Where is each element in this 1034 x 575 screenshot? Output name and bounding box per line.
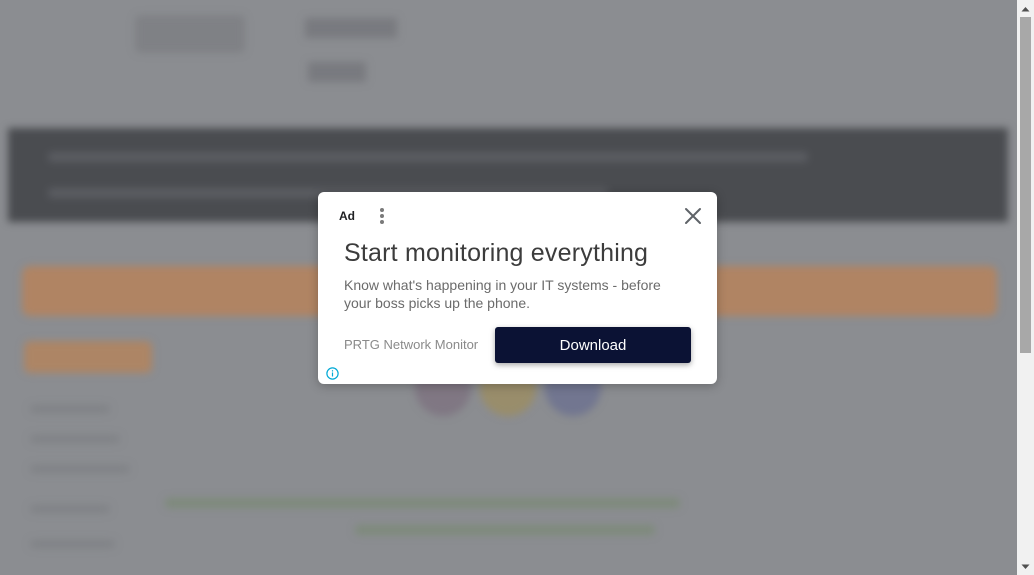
nav-block bbox=[308, 62, 366, 82]
bg-text-line bbox=[30, 540, 115, 548]
scroll-up-arrow-icon[interactable] bbox=[1017, 0, 1034, 17]
bg-text-line bbox=[355, 525, 655, 535]
bg-text-line bbox=[30, 505, 110, 513]
vertical-scrollbar[interactable] bbox=[1017, 0, 1034, 575]
promo-button bbox=[24, 341, 152, 373]
download-button[interactable]: Download bbox=[495, 327, 691, 363]
bg-text-line bbox=[30, 465, 130, 473]
vertical-dots-icon[interactable] bbox=[376, 206, 388, 226]
ad-modal: Ad Start monitoring everything Know what… bbox=[318, 192, 717, 384]
page: Ad Start monitoring everything Know what… bbox=[0, 0, 1034, 575]
ad-body-text: Know what's happening in your IT systems… bbox=[344, 277, 661, 311]
ad-advertiser-name[interactable]: PRTG Network Monitor bbox=[344, 337, 478, 352]
nav-block bbox=[305, 18, 397, 38]
ad-headline[interactable]: Start monitoring everything bbox=[344, 239, 648, 268]
scroll-down-arrow-icon[interactable] bbox=[1017, 558, 1034, 575]
close-icon[interactable] bbox=[684, 207, 702, 225]
site-logo bbox=[135, 15, 245, 53]
bg-text-line bbox=[165, 498, 680, 508]
bg-text-line bbox=[30, 435, 120, 443]
info-icon[interactable] bbox=[326, 367, 339, 380]
bg-text-line bbox=[30, 405, 110, 413]
ad-label: Ad bbox=[339, 209, 355, 223]
scrollbar-thumb[interactable] bbox=[1020, 17, 1031, 353]
